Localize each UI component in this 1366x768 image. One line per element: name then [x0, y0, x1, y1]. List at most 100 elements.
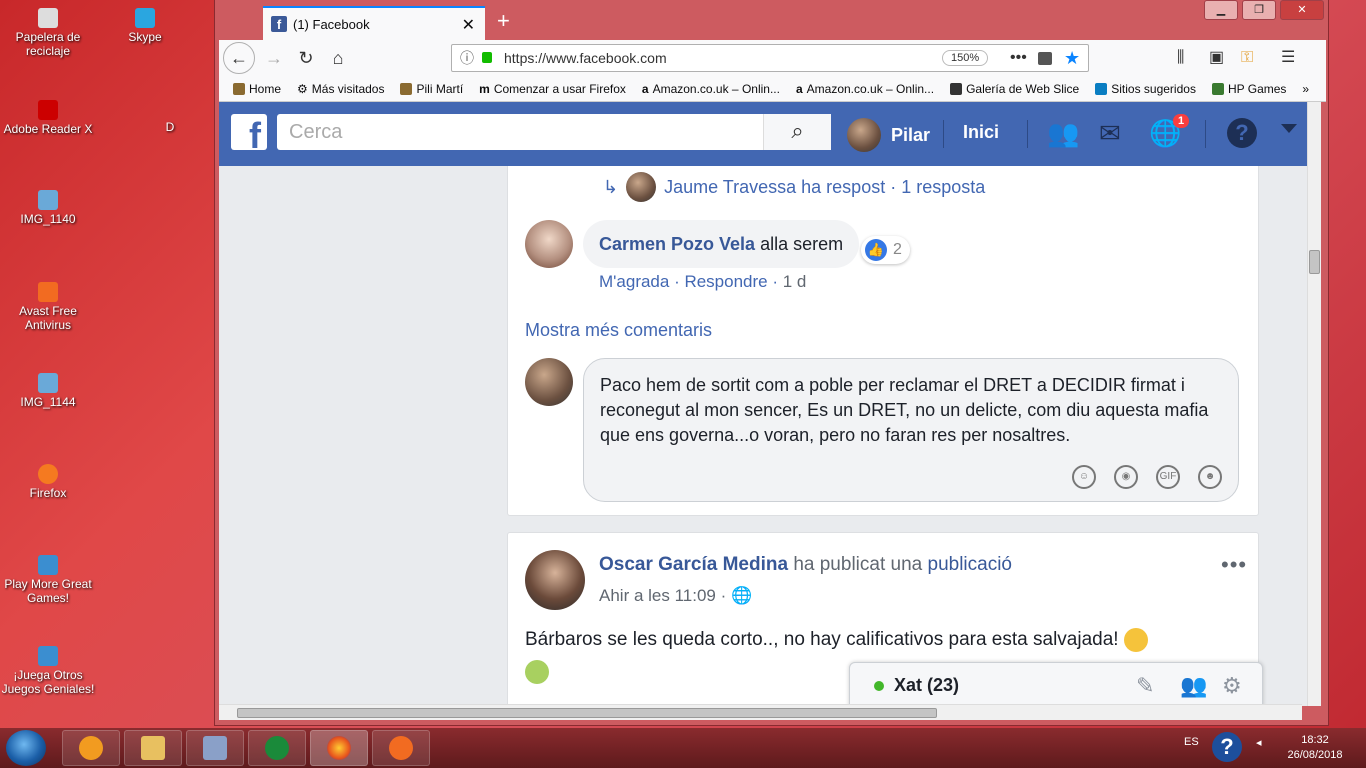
page-actions-icon[interactable]: ••• — [1010, 45, 1027, 71]
nav-bar: ← → ↻ ⌂ ⓘ https://www.facebook.com 150% … — [219, 40, 1326, 76]
bookmark-item[interactable]: m Comenzar a usar Firefox — [479, 82, 626, 96]
comment-text: alla serem — [760, 234, 844, 254]
scroll-thumb[interactable] — [237, 708, 937, 718]
maximize-button[interactable]: ❐ — [1242, 0, 1276, 20]
search-input[interactable]: Cerca ⌕ — [277, 114, 831, 150]
reaction-count[interactable]: 👍 2 — [861, 236, 910, 264]
bookmark-item[interactable]: Sitios sugeridos — [1095, 82, 1196, 96]
start-button[interactable] — [6, 730, 46, 766]
firefox-icon[interactable] — [310, 730, 368, 766]
media-player-icon[interactable] — [62, 730, 120, 766]
url-bar[interactable]: ⓘ https://www.facebook.com 150% ••• ★ — [451, 44, 1089, 72]
bookmark-item[interactable]: a Amazon.co.uk – Onlin... — [796, 82, 934, 96]
divider — [1205, 120, 1206, 148]
bookmark-item[interactable]: a Amazon.co.uk – Onlin... — [642, 82, 780, 96]
tab-title: (1) Facebook — [293, 16, 370, 32]
bookmark-item[interactable]: Pili Martí — [400, 82, 463, 96]
gear-icon: ⚙ — [297, 81, 308, 96]
tab-facebook[interactable]: f (1) Facebook ✕ — [263, 6, 485, 40]
avatar[interactable] — [525, 550, 585, 610]
vertical-scrollbar[interactable] — [1307, 102, 1321, 706]
bookmarks-toolbar: Home ⚙ Más visitados Pili Martí m Comenzar… — [219, 76, 1326, 102]
avast-icon[interactable] — [372, 730, 430, 766]
help-icon[interactable]: ? — [1227, 118, 1257, 148]
like-link[interactable]: M'agrada — [599, 272, 669, 291]
avatar[interactable] — [525, 220, 573, 268]
home-button[interactable]: ⌂ — [323, 44, 353, 72]
new-tab-button[interactable]: + — [497, 8, 510, 34]
divider — [943, 120, 944, 148]
emoji-icon — [525, 659, 549, 684]
reply-arrow-icon: ↳ — [603, 176, 619, 197]
reply-link[interactable]: Respondre — [684, 272, 767, 291]
menu-icon[interactable]: ☰ — [1281, 44, 1295, 72]
avast-icon[interactable]: Avast Free Antivirus — [0, 282, 96, 332]
horizontal-scrollbar[interactable] — [219, 704, 1302, 720]
scroll-thumb[interactable] — [1309, 250, 1320, 274]
home-link[interactable]: Inici — [963, 122, 999, 143]
language-indicator[interactable]: ES — [1184, 736, 1199, 748]
more-comments-link[interactable]: Mostra més comentaris — [525, 320, 712, 341]
pocket-icon[interactable] — [1038, 52, 1052, 65]
info-icon[interactable]: ⓘ — [460, 45, 474, 71]
account-menu-icon[interactable] — [1281, 124, 1297, 133]
post-author[interactable]: Oscar García Medina — [599, 554, 788, 575]
gif-icon[interactable]: GIF — [1156, 465, 1180, 489]
close-window-button[interactable]: ✕ — [1280, 0, 1324, 20]
profile-link[interactable]: Pilar — [847, 118, 930, 152]
sticker-icon[interactable]: ☻ — [1198, 465, 1222, 489]
skype-icon[interactable]: Skype — [97, 8, 193, 44]
reload-button[interactable]: ↻ — [291, 44, 321, 72]
recycle-bin-icon[interactable]: Papelera de reciclaje — [0, 8, 96, 58]
friend-requests-icon[interactable]: 👥 — [1047, 118, 1079, 149]
tray-arrow-icon[interactable]: ◂ — [1256, 736, 1262, 749]
image-file-icon[interactable]: IMG_1140 — [0, 190, 96, 226]
comment-input[interactable]: Paco hem de sortit com a poble per recla… — [583, 358, 1239, 502]
camera-icon[interactable]: ◉ — [1114, 465, 1138, 489]
bookmark-item[interactable]: ⚙ Más visitados — [297, 82, 384, 96]
hp-icon[interactable] — [248, 730, 306, 766]
reply-summary[interactable]: ↳ Jaume Travessa ha respost · 1 resposta — [603, 172, 985, 202]
bookmarks-overflow-icon[interactable]: » — [1302, 82, 1309, 96]
forward-button[interactable]: → — [259, 44, 289, 72]
back-button[interactable]: ← — [223, 42, 255, 74]
library-icon[interactable]: ⫼ — [1177, 44, 1184, 72]
bookmark-item[interactable]: HP Games — [1211, 82, 1286, 96]
comment-age: 1 d — [782, 272, 807, 291]
emoji-icon[interactable]: ☺ — [1072, 465, 1096, 489]
search-icon[interactable]: ⌕ — [763, 114, 831, 150]
help-icon[interactable]: ? — [1212, 732, 1242, 762]
chat-bar[interactable]: Xat (23) ✎ 👥 ⚙ — [849, 662, 1263, 706]
emoji-icon — [1123, 627, 1148, 652]
games-icon[interactable]: ¡Juega Otros Juegos Geniales! — [0, 646, 96, 696]
sidebar-icon[interactable]: ▣ — [1209, 44, 1224, 72]
post-link[interactable]: publicació — [928, 554, 1013, 575]
messenger-icon[interactable]: ✉ — [1099, 118, 1121, 149]
close-tab-icon[interactable]: ✕ — [462, 15, 475, 35]
taskbar: ES ? ◂ 18:32 26/08/2018 — [0, 728, 1366, 768]
minimize-button[interactable]: ▁ — [1204, 0, 1238, 20]
file-explorer-icon[interactable] — [124, 730, 182, 766]
page-content: f Cerca ⌕ Pilar Inici 👥 ✉ 🌐 1 ? ↳ Jaume … — [219, 102, 1321, 706]
group-chat-icon[interactable]: 👥 — [1180, 673, 1207, 699]
games-icon[interactable]: Play More Great Games! — [0, 555, 96, 605]
bookmark-item[interactable]: Galería de Web Slice — [950, 82, 1079, 96]
bookmark-star-icon[interactable]: ★ — [1064, 45, 1080, 71]
facebook-logo[interactable]: f — [231, 114, 267, 150]
zoom-level[interactable]: 150% — [942, 50, 989, 66]
adobe-reader-icon[interactable]: Adobe Reader X — [0, 100, 96, 136]
extension-icon[interactable]: ⚿ — [1241, 44, 1253, 72]
bookmark-item[interactable]: Home — [233, 82, 281, 96]
clock[interactable]: 18:32 26/08/2018 — [1270, 733, 1360, 763]
gear-icon[interactable]: ⚙ — [1222, 673, 1242, 699]
lock-icon — [482, 52, 492, 63]
image-file-icon[interactable]: IMG_1144 — [0, 373, 96, 409]
post-options-icon[interactable]: ••• — [1221, 552, 1247, 578]
network-icon[interactable] — [186, 730, 244, 766]
post-time[interactable]: Ahir a les 11:09 · — [599, 586, 726, 605]
facebook-favicon-icon: f — [271, 16, 287, 32]
comment-author[interactable]: Carmen Pozo Vela — [599, 234, 755, 254]
new-message-icon[interactable]: ✎ — [1136, 673, 1154, 699]
chat-label: Xat (23) — [894, 675, 960, 695]
firefox-icon[interactable]: Firefox — [0, 464, 96, 500]
